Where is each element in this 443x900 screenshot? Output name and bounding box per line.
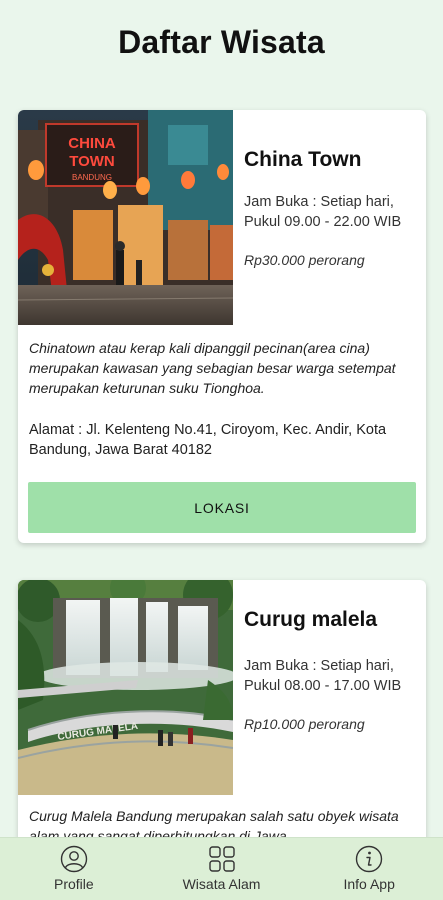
destination-info: China Town Jam Buka : Setiap hari, Pukul… xyxy=(244,110,416,268)
nav-label: Profile xyxy=(53,876,94,892)
bottom-navigation: Profile Wisata Alam Info App xyxy=(0,837,443,900)
nav-label: Info App xyxy=(343,876,395,892)
nav-item-info-app[interactable]: Info App xyxy=(295,838,443,900)
opening-hours: Jam Buka : Setiap hari, Pukul 09.00 - 22… xyxy=(244,194,402,230)
svg-text:CHINA: CHINA xyxy=(68,135,116,152)
destination-description: Chinatown atau kerap kali dipanggil peci… xyxy=(29,340,396,396)
ticket-price: Rp30.000 perorang xyxy=(244,252,365,268)
info-icon xyxy=(355,845,383,873)
page-title: Daftar Wisata xyxy=(118,24,325,60)
svg-text:TOWN: TOWN xyxy=(69,153,115,170)
nav-item-profile[interactable]: Profile xyxy=(0,838,148,900)
opening-hours: Jam Buka : Setiap hari, Pukul 08.00 - 17… xyxy=(244,658,402,694)
destination-info: Curug malela Jam Buka : Setiap hari, Puk… xyxy=(244,580,416,732)
nav-label: Wisata Alam xyxy=(182,876,261,892)
svg-text:BANDUNG: BANDUNG xyxy=(72,173,112,182)
destination-name: Curug malela xyxy=(244,608,378,631)
destination-photo: CHINA TOWN BANDUNG xyxy=(18,110,233,325)
destination-photo: CURUG MALELA xyxy=(18,580,233,795)
destination-address: Alamat : Jl. Kelenteng No.41, Ciroyom, K… xyxy=(29,422,387,458)
ticket-price: Rp10.000 perorang xyxy=(244,716,365,732)
location-button[interactable]: LOKASI xyxy=(28,482,416,533)
grid-icon xyxy=(208,846,235,872)
destination-name: China Town xyxy=(244,148,362,171)
nav-item-wisata-alam[interactable]: Wisata Alam xyxy=(148,838,296,900)
destination-card[interactable]: CHINA TOWN BANDUNG China Town Jam Buka:… xyxy=(18,110,426,543)
person-icon xyxy=(60,845,88,873)
